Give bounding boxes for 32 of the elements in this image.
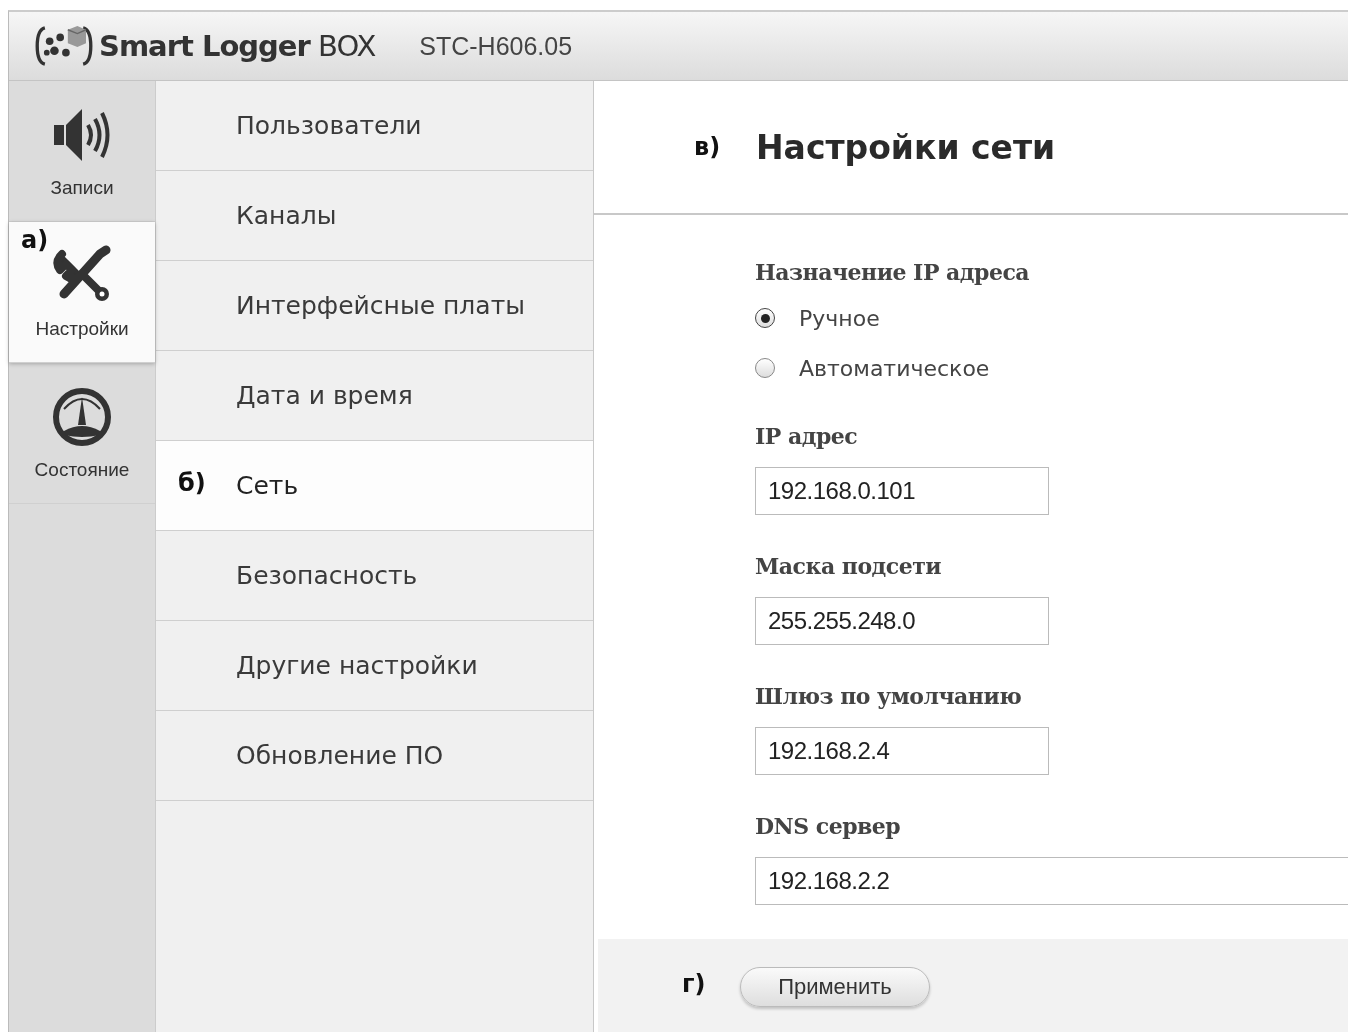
menu-item[interactable]: Интерфейсные платы: [156, 261, 593, 351]
sidebar-item[interactable]: а) Настройки: [9, 222, 155, 363]
logo-icon: [35, 24, 93, 68]
field-label: Назначение IP адреса: [755, 259, 1030, 285]
radio-label: Автоматическое: [799, 355, 990, 381]
model-name: STC-H606.05: [419, 31, 573, 61]
brand-title: Smart Logger BOX: [99, 29, 376, 63]
annotation-label: г): [682, 969, 707, 998]
gauge-icon: [50, 385, 114, 449]
sidebar-item[interactable]: Состояние: [9, 363, 155, 504]
input-field[interactable]: 192.168.2.4: [755, 727, 1049, 775]
menu-item[interactable]: Безопасность: [156, 531, 593, 621]
apply-button[interactable]: Применить: [740, 966, 930, 1007]
annotation-label: а): [21, 226, 49, 254]
radio-button[interactable]: [755, 358, 775, 378]
menu-item[interactable]: Каналы: [156, 171, 593, 261]
page-title: Настройки сети: [756, 127, 1056, 167]
menu-item[interactable]: Пользователи: [156, 81, 593, 171]
field-label: Шлюз по умолчанию: [755, 683, 1022, 709]
annotation-label: б): [178, 469, 206, 497]
menu-item[interactable]: Другие настройки: [156, 621, 593, 711]
radio-button[interactable]: [755, 308, 775, 328]
menu-item[interactable]: Обновление ПО: [156, 711, 593, 801]
field-label: DNS сервер: [755, 813, 901, 839]
field-label: Маска подсети: [755, 553, 942, 579]
input-field[interactable]: 255.255.248.0: [755, 597, 1049, 645]
sidebar-item[interactable]: Записи: [9, 81, 155, 222]
radio-label: Ручное: [799, 305, 880, 331]
input-field[interactable]: 192.168.0.101: [755, 467, 1049, 515]
input-field[interactable]: 192.168.2.2: [755, 857, 1348, 905]
field-label: IP адрес: [755, 423, 858, 449]
annotation-label: в): [694, 133, 722, 161]
